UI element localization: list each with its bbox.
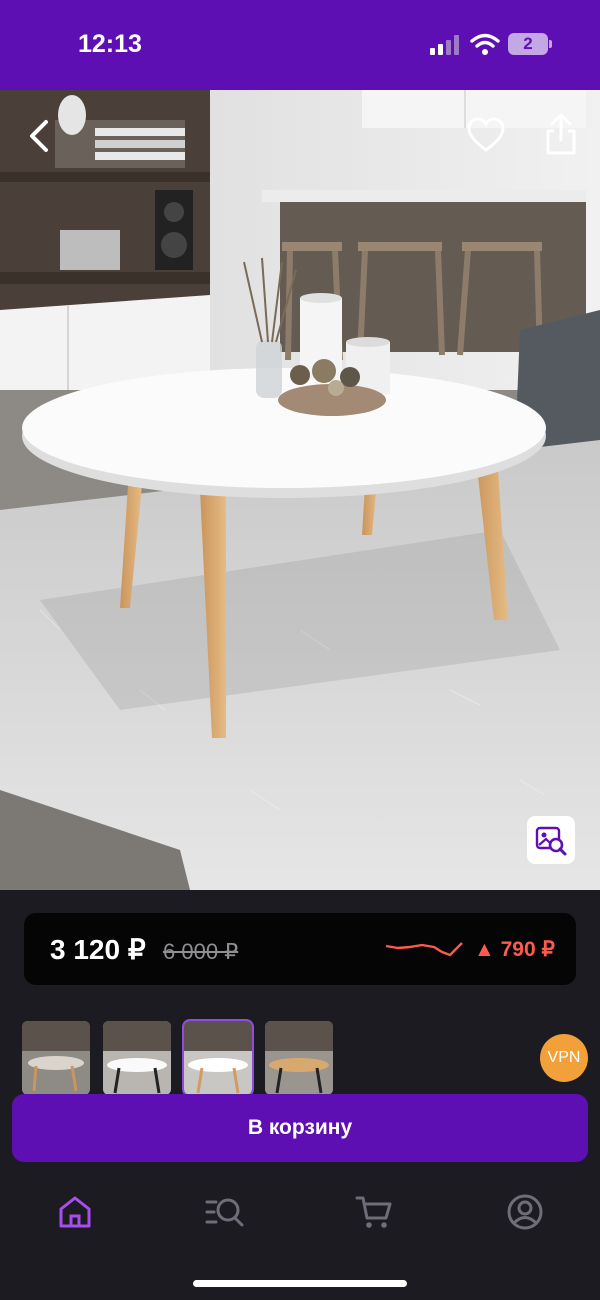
- current-price: 3 120 ₽: [50, 934, 146, 965]
- product-image: [0, 90, 600, 890]
- visual-search-icon: [535, 826, 567, 856]
- price-change: ▲ 790 ₽: [474, 938, 555, 961]
- price-history-sparkline-icon: [385, 942, 463, 957]
- add-to-cart-button[interactable]: В корзину: [12, 1094, 588, 1162]
- cart-icon[interactable]: [354, 1192, 394, 1232]
- home-icon[interactable]: [55, 1192, 95, 1232]
- visual-search-button[interactable]: [527, 816, 575, 864]
- cellular-signal-icon: [430, 35, 459, 55]
- back-icon[interactable]: [22, 118, 56, 154]
- home-indicator: [193, 1280, 407, 1287]
- catalog-search-icon[interactable]: [204, 1192, 244, 1232]
- thumbnail-variant[interactable]: [103, 1021, 171, 1095]
- thumbnail-variant[interactable]: [22, 1021, 90, 1095]
- vpn-badge[interactable]: VPN: [540, 1034, 588, 1082]
- battery-tip: [549, 40, 552, 48]
- share-icon[interactable]: [542, 112, 580, 156]
- status-bar: 12:13 2: [0, 0, 600, 90]
- wifi-icon: [470, 33, 500, 55]
- battery-icon: 2: [508, 33, 548, 55]
- product-photo[interactable]: [0, 90, 600, 890]
- product-page: 12:13 2 3 120 ₽ 6 000 ₽ ▲ 790 ₽ VPN В ко…: [0, 0, 600, 1300]
- status-time: 12:13: [78, 30, 142, 58]
- old-price: 6 000 ₽: [163, 939, 239, 964]
- profile-icon[interactable]: [505, 1192, 545, 1232]
- thumbnail-variant-selected[interactable]: [182, 1019, 254, 1097]
- price-card[interactable]: 3 120 ₽ 6 000 ₽ ▲ 790 ₽: [24, 913, 576, 985]
- thumbnail-variant[interactable]: [265, 1021, 333, 1095]
- heart-icon[interactable]: [466, 116, 506, 156]
